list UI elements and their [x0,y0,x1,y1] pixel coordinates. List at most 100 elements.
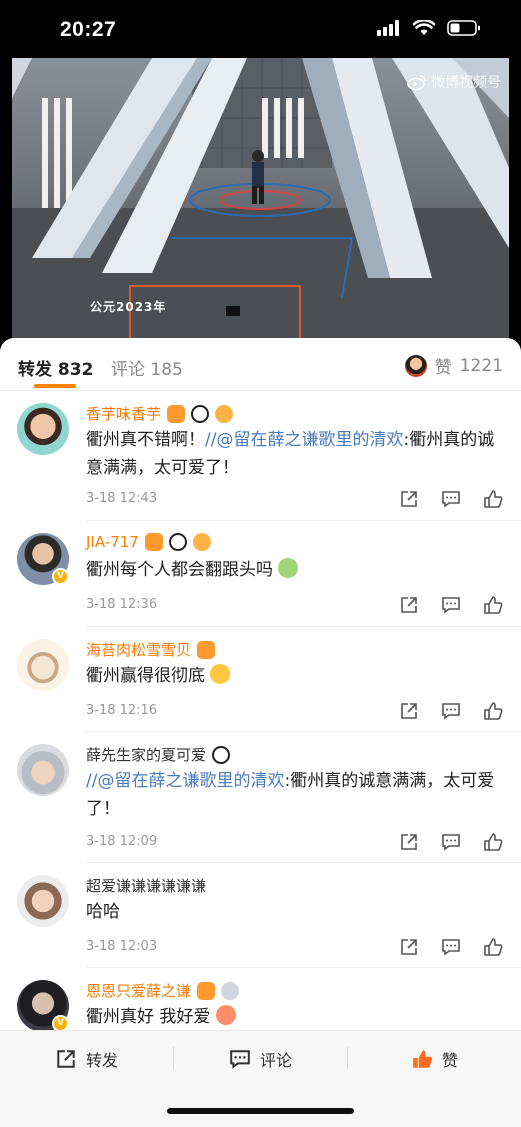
crown-badge-icon [197,981,216,1000]
comment-icon[interactable] [441,701,461,721]
avatar[interactable] [17,639,69,691]
comment-actions [399,489,503,509]
tab-active-indicator [34,384,76,388]
avatar[interactable] [17,403,69,455]
like-label: 赞 [441,1051,458,1070]
comments-sheet: 转发 832 评论 185 赞 1221 香芋味香芋 衢州真不错啊！//@留在薛… [0,338,521,1127]
comment-time: 3-18 12:16 [86,703,158,718]
comment-icon[interactable] [441,832,461,852]
comment-author-name: 超爱谦谦谦谦谦谦 [86,877,207,895]
comment-text-plain: 哈哈 [86,902,120,922]
like-icon[interactable] [483,832,503,852]
melon-emoji-icon [278,558,299,578]
repost-icon [57,1050,75,1068]
tiger-badge-icon [192,533,211,551]
like-icon[interactable] [483,595,503,615]
list-item: 海苔肉松雪雪贝 衢州赢得很彻底 3-18 12:16 [0,627,521,732]
comment-time: 3-18 12:03 [86,939,158,954]
comment-text-plain: 衢州真不错啊！ [86,430,205,450]
comment-time: 3-18 12:09 [86,834,158,849]
comment-label: 评论 [259,1051,292,1070]
comment-text: //@留在薛之谦歌里的清欢:衢州真的诚意满满，太可爱了！ [86,767,506,823]
cellular-signal-icon [377,20,399,36]
crown-badge-icon [144,533,163,551]
comment-text-plain: 衢州真好 我好爱 [86,1007,211,1027]
video-watermark: 微博视频号 [407,72,501,92]
like-filled-icon [413,1050,433,1068]
comment-text: 衢州每个人都会翻跟头吗 [86,556,506,584]
like-button[interactable]: 赞 [348,1047,521,1071]
comment-author[interactable]: 超爱谦谦谦谦谦谦 [86,875,206,896]
comment-author-name: 海苔肉松雪雪贝 [86,641,192,659]
avatar[interactable] [17,744,69,796]
comment-time: 3-18 12:43 [86,491,158,506]
like-icon[interactable] [483,701,503,721]
crown-badge-icon [167,404,186,423]
comment-button[interactable]: 评论 [174,1047,347,1071]
weibo-logo-icon [407,75,426,90]
tab-comments-label: 评论 [111,360,145,380]
list-item: V JIA-717 衢州每个人都会翻跟头吗 3-18 12:36 [0,521,521,627]
status-time: 20:27 [60,18,117,41]
likes-count: 1221 [459,355,503,376]
tab-reposts-count: 832 [57,360,94,380]
tab-comments-count: 185 [150,360,183,380]
panda-badge-icon [212,745,231,764]
like-icon[interactable] [483,489,503,509]
comment-actions [399,701,503,721]
comment-author[interactable]: 海苔肉松雪雪贝 [86,639,216,660]
tab-reposts-label: 转发 [18,360,52,380]
panda-badge-icon [168,533,187,551]
like-icon[interactable] [483,937,503,957]
list-item: V 恩恩只爱薛之谦 衢州真好 我好爱 [0,968,521,1038]
liker-avatar [404,354,427,377]
comment-text-plain: 衢州赢得很彻底 [86,666,205,686]
comment-icon[interactable] [441,595,461,615]
comment-icon [230,1050,250,1069]
comment-text: 衢州真不错啊！//@留在薛之谦歌里的清欢:衢州真的诚意满满，太可爱了！ [86,426,506,482]
comment-author[interactable]: 薛先生家的夏可爱 [86,744,231,765]
comment-text-plain: 衢州每个人都会翻跟头吗 [86,560,273,580]
home-indicator[interactable] [167,1108,354,1114]
list-item: 香芋味香芋 衢州真不错啊！//@留在薛之谦歌里的清欢:衢州真的诚意满满，太可爱了… [0,391,521,521]
tab-bar: 转发 832 评论 185 赞 1221 [0,338,521,391]
list-item: 薛先生家的夏可爱 //@留在薛之谦歌里的清欢:衢州真的诚意满满，太可爱了！ 3-… [0,732,521,863]
comment-author[interactable]: 恩恩只爱薛之谦 [86,980,240,1001]
avatar[interactable] [17,875,69,927]
mention-link[interactable]: //@留在薛之谦歌里的清欢 [205,430,403,450]
video-player[interactable]: 微博视频号 公元2023年 [12,58,509,342]
tiger-badge-icon [215,404,234,423]
share-icon[interactable] [399,701,419,721]
comment-actions [399,832,503,852]
comment-text: 哈哈 [86,898,506,926]
likes-summary[interactable]: 赞 1221 [404,353,503,378]
watermark-text: 微博视频号 [431,75,501,91]
crown-badge-icon [197,640,216,659]
comment-author-name: 薛先生家的夏可爱 [86,746,207,764]
status-bar: 20:27 [0,0,521,58]
comment-time: 3-18 12:36 [86,597,158,612]
party-emoji-icon [210,664,231,684]
medal-badge-icon [221,981,240,1000]
likes-label: 赞 [434,358,452,378]
tab-comments[interactable]: 评论 185 [111,355,183,380]
comment-text: 衢州赢得很彻底 [86,662,506,690]
comment-author-name: 恩恩只爱薛之谦 [86,982,192,1000]
tab-reposts[interactable]: 转发 832 [18,355,93,380]
verified-badge-icon: V [52,568,69,585]
comment-text: 衢州真好 我好爱 [86,1003,506,1031]
share-icon[interactable] [399,489,419,509]
panda-badge-icon [191,404,210,423]
battery-icon [447,20,480,36]
comment-icon[interactable] [441,937,461,957]
share-icon[interactable] [399,595,419,615]
share-icon[interactable] [399,937,419,957]
comment-author[interactable]: 香芋味香芋 [86,403,234,424]
share-icon[interactable] [399,832,419,852]
repost-button[interactable]: 转发 [0,1047,173,1071]
comment-author[interactable]: JIA-717 [86,533,211,551]
video-caption: 公元2023年 [90,300,167,314]
comment-icon[interactable] [441,489,461,509]
comment-author-name: 香芋味香芋 [86,405,162,423]
mention-link[interactable]: //@留在薛之谦歌里的清欢 [86,771,284,791]
